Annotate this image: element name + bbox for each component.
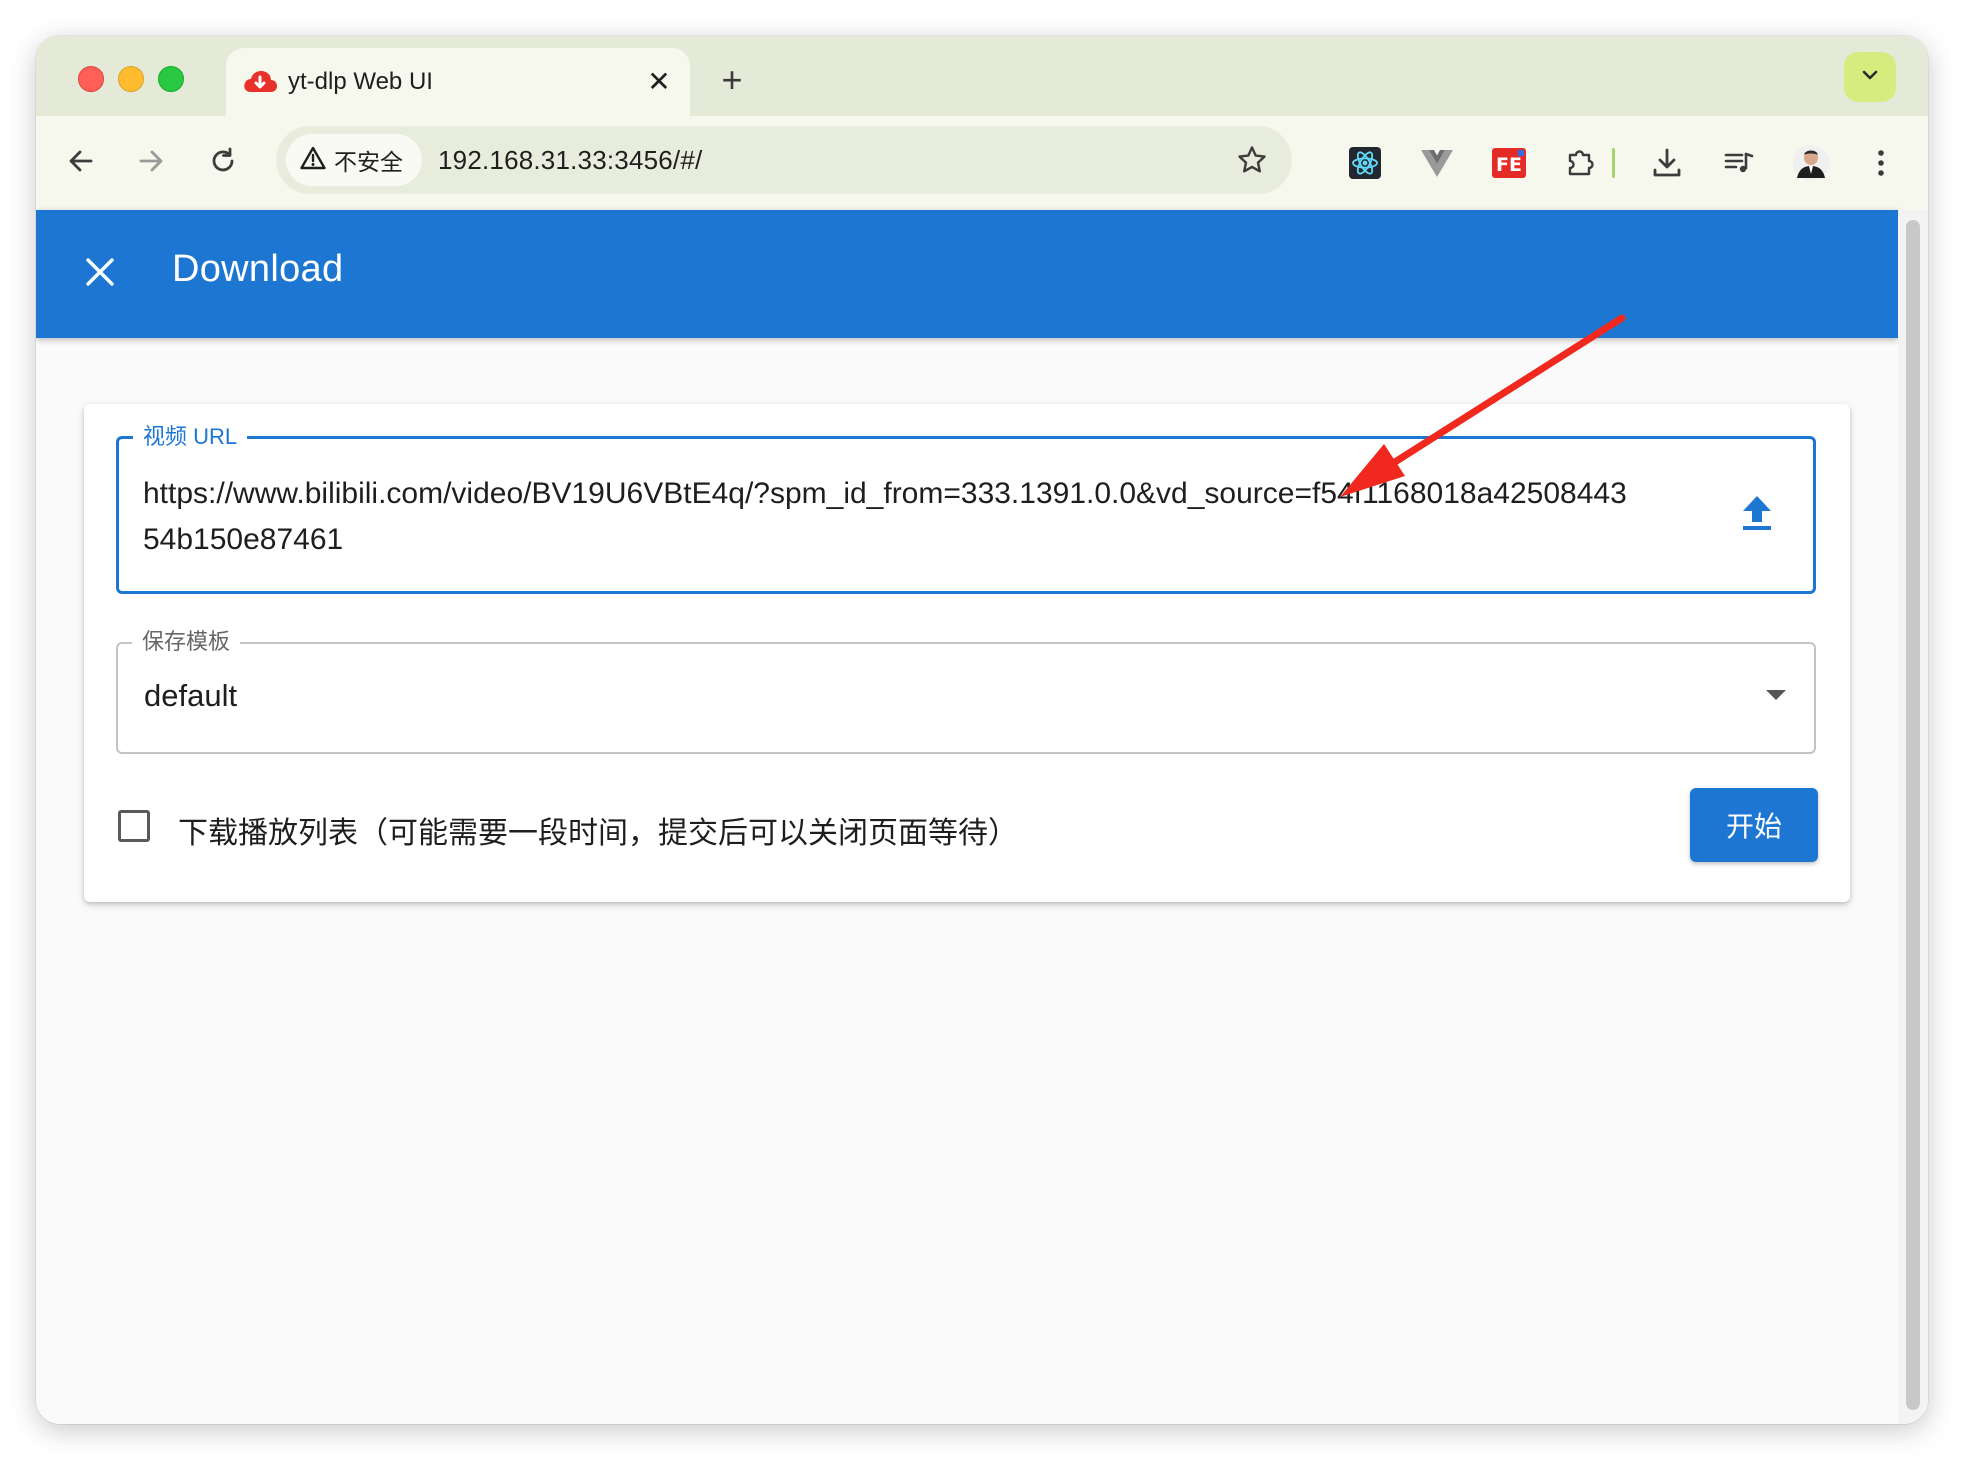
more-menu-icon[interactable] <box>1858 140 1904 186</box>
window-close-button[interactable] <box>78 66 104 92</box>
tab-close-icon[interactable]: ✕ <box>644 66 674 97</box>
puzzle-icon[interactable] <box>1558 140 1604 186</box>
save-template-select[interactable]: 保存模板 default <box>116 628 1816 754</box>
window-minimize-button[interactable] <box>118 66 144 92</box>
window-maximize-button[interactable] <box>158 66 184 92</box>
new-tab-button[interactable]: + <box>712 60 752 100</box>
video-url-field[interactable]: 视频 URL https://www.bilibili.com/video/BV… <box>116 423 1816 594</box>
download-icon[interactable] <box>1644 140 1690 186</box>
toolbar-divider <box>1612 148 1615 178</box>
tab-search-button[interactable] <box>1844 52 1896 102</box>
tab-strip: yt-dlp Web UI ✕ + <box>36 36 1928 116</box>
download-form-card: 视频 URL https://www.bilibili.com/video/BV… <box>84 404 1850 902</box>
upload-button[interactable] <box>1735 493 1779 537</box>
security-label: 不安全 <box>334 149 403 175</box>
react-devtools-icon[interactable] <box>1342 140 1388 186</box>
page-title: Download <box>172 248 344 290</box>
video-url-label: 视频 URL <box>133 423 248 451</box>
save-template-label: 保存模板 <box>132 628 241 656</box>
browser-window: yt-dlp Web UI ✕ + 不安全 192.168.31.33:3456… <box>36 36 1928 1424</box>
profile-avatar[interactable] <box>1788 140 1834 186</box>
forward-button[interactable] <box>128 140 174 186</box>
arrow-left-icon <box>66 146 96 181</box>
video-url-input[interactable]: https://www.bilibili.com/video/BV19U6VBt… <box>143 471 1643 563</box>
close-dialog-button[interactable] <box>76 250 124 298</box>
reload-icon <box>208 146 238 181</box>
dropdown-arrow-icon <box>1766 690 1786 700</box>
url-text[interactable]: 192.168.31.33:3456/#/ <box>438 145 702 176</box>
security-indicator[interactable]: 不安全 <box>286 134 422 186</box>
media-playlist-icon[interactable] <box>1716 140 1762 186</box>
app-bar: Download <box>36 210 1898 338</box>
fe-helper-icon[interactable]: FE <box>1486 140 1532 186</box>
browser-tab[interactable]: yt-dlp Web UI ✕ <box>226 48 690 116</box>
back-button[interactable] <box>58 140 104 186</box>
playlist-checkbox-label: 下载播放列表（可能需要一段时间，提交后可以关闭页面等待） <box>178 817 1018 850</box>
vue-devtools-icon[interactable] <box>1414 140 1460 186</box>
arrow-right-icon <box>136 146 166 181</box>
address-bar[interactable]: 不安全 192.168.31.33:3456/#/ <box>276 126 1292 194</box>
chevron-down-icon <box>1859 64 1881 91</box>
svg-text:FE: FE <box>1496 154 1522 176</box>
scrollbar-thumb[interactable] <box>1906 220 1920 1410</box>
tab-title: yt-dlp Web UI <box>288 68 433 95</box>
playlist-checkbox[interactable] <box>118 810 150 842</box>
start-button[interactable]: 开始 <box>1690 788 1818 862</box>
warning-triangle-icon <box>300 146 326 175</box>
close-icon <box>83 255 117 294</box>
upload-arrow-icon <box>1740 494 1774 537</box>
save-template-value: default <box>144 678 238 713</box>
page-viewport: Download 视频 URL https://www.bilibili.com… <box>36 210 1898 1424</box>
bookmark-star-icon[interactable] <box>1234 142 1270 178</box>
browser-toolbar: 不安全 192.168.31.33:3456/#/ FE <box>36 116 1928 210</box>
reload-button[interactable] <box>200 140 246 186</box>
red-cloud-download-icon <box>242 68 278 96</box>
